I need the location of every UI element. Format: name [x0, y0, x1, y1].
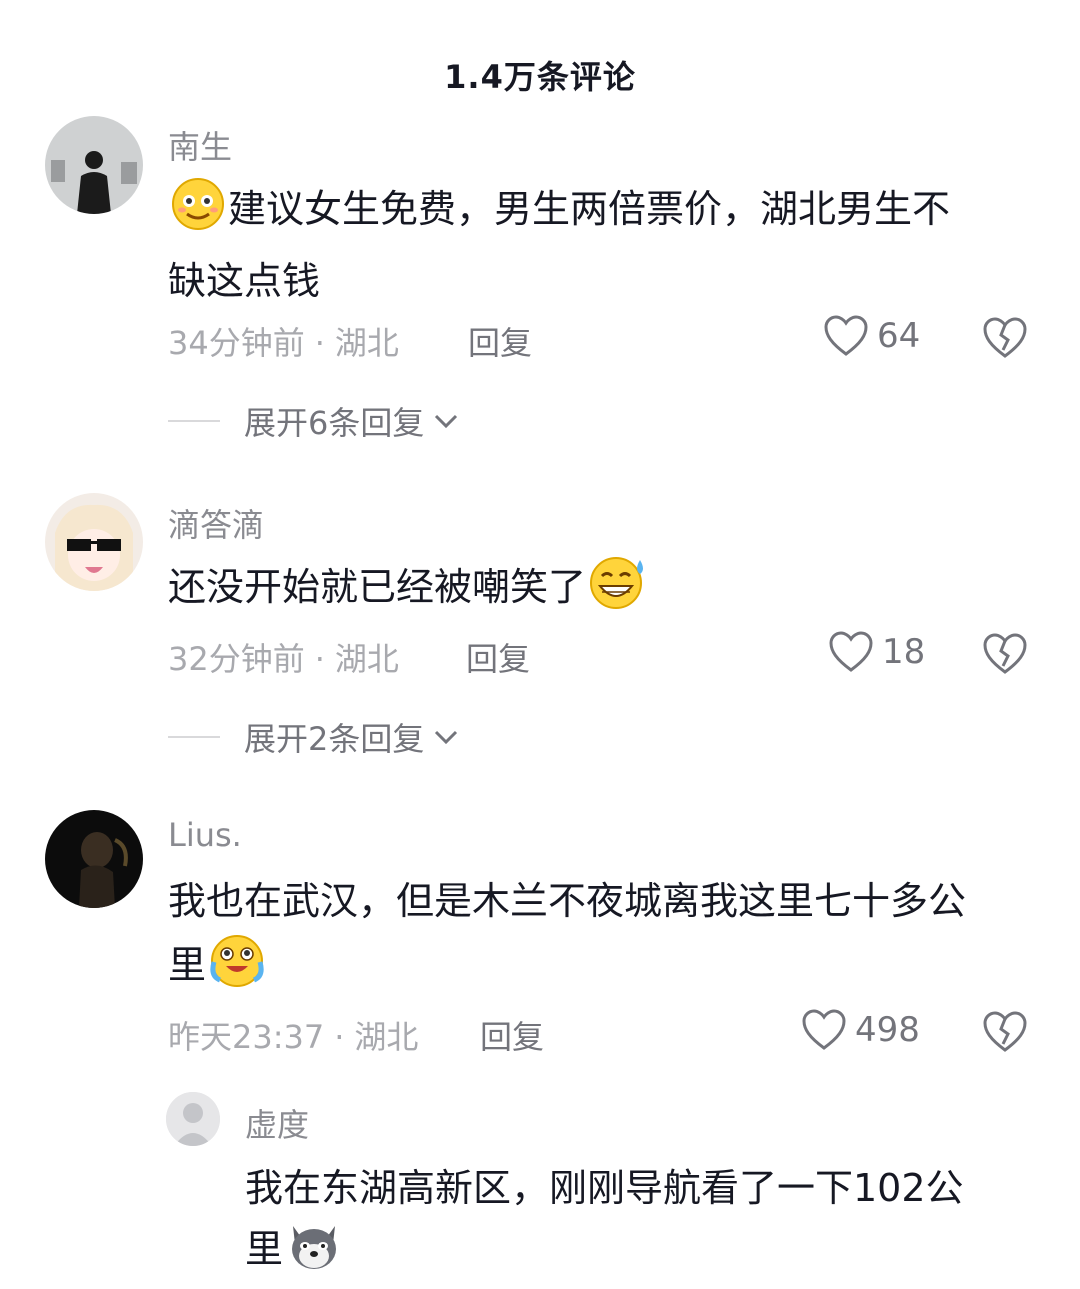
page-title: 1.4万条评论: [444, 58, 636, 96]
comment-text: 我也在武汉，但是木兰不夜城离我这里七十多公里: [168, 870, 1038, 1006]
expand-replies-button[interactable]: 展开6条回复: [168, 398, 460, 444]
like-button[interactable]: 64: [823, 314, 920, 358]
crying-laugh-emoji: [208, 932, 266, 1006]
chevron-down-icon: [435, 730, 458, 745]
user-icon: [166, 1092, 220, 1146]
broken-heart-icon: [983, 1011, 1027, 1052]
sweat-grin-emoji: [588, 554, 648, 628]
reply-text: 我在东湖高新区，刚刚导航看了一下102公里: [245, 1158, 1045, 1289]
comment-author[interactable]: Lius.: [168, 816, 242, 854]
broken-heart-icon: [983, 317, 1027, 358]
comment-text: 建议女生免费，男生两倍票价，湖北男生不 缺这点钱: [168, 176, 1038, 312]
reply-button[interactable]: 回复: [468, 318, 532, 364]
comment-meta: 32分钟前 · 湖北: [168, 640, 399, 678]
broken-heart-icon: [983, 633, 1027, 674]
avatar[interactable]: [45, 810, 143, 908]
comment-author[interactable]: 南生: [168, 122, 232, 168]
reply-button[interactable]: 回复: [466, 634, 530, 680]
default-avatar[interactable]: [166, 1092, 220, 1146]
like-button[interactable]: 498: [801, 1008, 920, 1052]
comment-author[interactable]: 滴答滴: [168, 500, 264, 546]
dislike-button[interactable]: [982, 1010, 1028, 1058]
divider-line: [168, 736, 220, 738]
avatar[interactable]: [45, 493, 143, 591]
reply-author[interactable]: 虚度: [245, 1100, 309, 1146]
reply-button[interactable]: 回复: [480, 1012, 544, 1058]
expand-replies-button[interactable]: 展开2条回复: [168, 714, 460, 760]
comment-meta: 34分钟前 · 湖北: [168, 324, 399, 362]
heart-icon: [824, 315, 868, 356]
chevron-down-icon: [435, 414, 458, 429]
comment-text: 还没开始就已经被嘲笑了: [168, 554, 1038, 628]
dislike-button[interactable]: [982, 316, 1028, 364]
divider-line: [168, 420, 220, 422]
husky-emoji: [285, 1218, 343, 1289]
comment-meta: 昨天23:37 · 湖北: [168, 1018, 419, 1056]
like-button[interactable]: 18: [828, 630, 925, 674]
smile-emoji: [170, 176, 226, 250]
heart-icon: [802, 1009, 846, 1050]
dislike-button[interactable]: [982, 632, 1028, 680]
heart-icon: [829, 631, 873, 672]
avatar[interactable]: [45, 116, 143, 214]
